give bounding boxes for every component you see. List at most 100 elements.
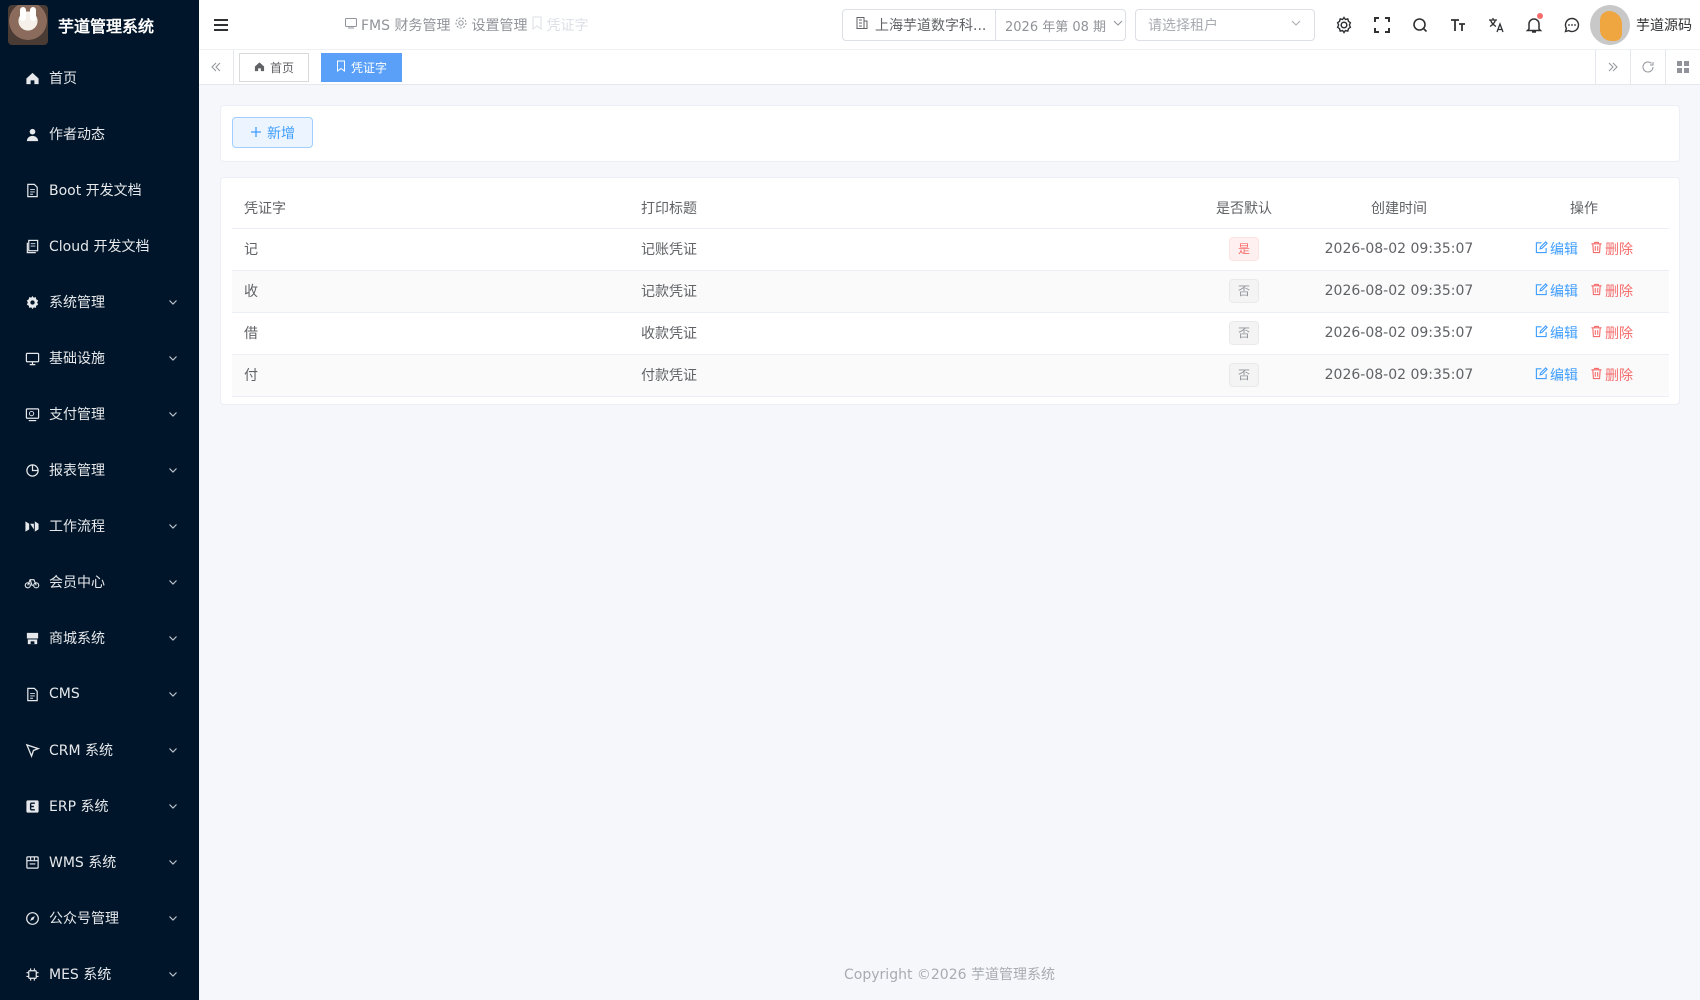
sidebar-item-4[interactable]: 系统管理 (0, 274, 199, 330)
search-icon[interactable] (1401, 0, 1439, 50)
trash-icon (1590, 325, 1603, 342)
home-icon (24, 70, 40, 86)
pie-chart-icon (24, 462, 40, 478)
cell-actions: 编辑 删除 (1499, 354, 1669, 397)
sidebar-item-15[interactable]: 公众号管理 (0, 890, 199, 946)
tag-home[interactable]: 首页 (239, 53, 310, 82)
ledger-company[interactable]: 上海芋道数字科... (843, 10, 996, 40)
settings-icon (454, 16, 468, 34)
logo-image (8, 5, 48, 45)
finance-icon (344, 16, 358, 34)
tag-voucher[interactable]: 凭证字 (321, 53, 403, 82)
sidebar-item-0[interactable]: 首页 (0, 50, 199, 106)
font-size-icon[interactable] (1439, 0, 1477, 50)
avatar[interactable] (1590, 5, 1630, 45)
tags-menu-button[interactable] (1665, 50, 1700, 84)
bookmark-icon (336, 60, 346, 75)
hamburger-icon[interactable] (211, 15, 231, 35)
breadcrumb-item-voucher[interactable]: 凭证字 (531, 15, 588, 35)
fullscreen-icon[interactable] (1363, 0, 1401, 50)
table-row: 借收款凭证否 2026-08-02 09:35:07 编辑 删除 (232, 312, 1669, 355)
column-header-word: 凭证字 (232, 189, 629, 229)
warehouse-icon (24, 854, 40, 870)
scroll-right-button[interactable] (1595, 50, 1630, 84)
edit-button[interactable]: 编辑 (1535, 365, 1578, 385)
chevron-down-icon (1290, 17, 1302, 33)
sidebar-item-3[interactable]: Cloud 开发文档 (0, 218, 199, 274)
cell-created: 2026-08-02 09:35:07 (1299, 312, 1499, 355)
header-tools (1325, 0, 1591, 50)
cell-title: 记款凭证 (629, 270, 1189, 313)
chat-icon[interactable] (1553, 0, 1591, 50)
add-button[interactable]: 新增 (232, 117, 313, 148)
tenant-select[interactable]: 请选择租户 (1135, 9, 1315, 41)
bell-icon[interactable] (1515, 0, 1553, 50)
user-menu[interactable]: 芋道源码 (1590, 5, 1692, 45)
chevron-down-icon (167, 408, 179, 420)
refresh-button[interactable] (1630, 50, 1665, 84)
delete-button[interactable]: 删除 (1590, 365, 1633, 385)
sidebar-item-16[interactable]: MES 系统 (0, 946, 199, 1000)
voucher-icon (531, 16, 543, 34)
sidebar-item-label: MES 系统 (49, 967, 112, 983)
sidebar-item-5[interactable]: 基础设施 (0, 330, 199, 386)
chevron-down-icon (167, 856, 179, 868)
sidebar-item-12[interactable]: CRM 系统 (0, 722, 199, 778)
breadcrumb-item-fms[interactable]: FMS 财务管理 (344, 15, 450, 35)
bicycle-icon (24, 574, 40, 590)
translate-icon[interactable] (1477, 0, 1515, 50)
edit-button[interactable]: 编辑 (1535, 323, 1578, 343)
sidebar: 芋道管理系统 首页作者动态 Boot 开发文档 Cloud 开发文档系统管理 基础设施… (0, 0, 199, 1000)
column-header-created: 创建时间 (1299, 189, 1499, 229)
chevron-down-icon (167, 744, 179, 756)
footer-copyright: Copyright ©2026 芋道管理系统 (844, 967, 1055, 983)
workflow-icon (24, 518, 40, 534)
sidebar-item-13[interactable]: ERP 系统 (0, 778, 199, 834)
sidebar-item-label: 公众号管理 (49, 911, 119, 927)
cell-actions: 编辑 删除 (1499, 270, 1669, 313)
cell-actions: 编辑 删除 (1499, 228, 1669, 271)
column-header-default: 是否默认 (1189, 189, 1299, 229)
edit-button[interactable]: 编辑 (1535, 281, 1578, 301)
cell-created: 2026-08-02 09:35:07 (1299, 270, 1499, 313)
chevron-down-icon (167, 968, 179, 980)
chevron-down-icon (167, 912, 179, 924)
chevron-down-icon (167, 576, 179, 588)
sidebar-item-6[interactable]: 支付管理 (0, 386, 199, 442)
delete-button[interactable]: 删除 (1590, 239, 1633, 259)
column-header-title: 打印标题 (629, 189, 1189, 229)
edit-icon (1535, 324, 1548, 342)
sidebar-item-2[interactable]: Boot 开发文档 (0, 162, 199, 218)
document-icon (24, 686, 40, 702)
sidebar-item-11[interactable]: CMS (0, 666, 199, 722)
app-title: 芋道管理系统 (58, 17, 155, 36)
sidebar-item-8[interactable]: 工作流程 (0, 498, 199, 554)
sidebar-item-14[interactable]: WMS 系统 (0, 834, 199, 890)
gear-icon[interactable] (1325, 0, 1363, 50)
delete-button[interactable]: 删除 (1590, 323, 1633, 343)
chevron-down-icon (167, 464, 179, 476)
sidebar-item-label: Cloud 开发文档 (49, 239, 150, 255)
ledger-selector[interactable]: 上海芋道数字科... 2026 年第 08 期 (842, 9, 1126, 41)
cell-word: 收 (232, 270, 629, 313)
trash-icon (1590, 241, 1603, 258)
cell-created: 2026-08-02 09:35:07 (1299, 354, 1499, 397)
erp-icon (24, 798, 40, 814)
sidebar-item-1[interactable]: 作者动态 (0, 106, 199, 162)
double-chevron-left-icon (211, 62, 221, 72)
scroll-left-button[interactable] (199, 50, 234, 84)
logo[interactable]: 芋道管理系统 (0, 0, 199, 50)
chevron-down-icon (167, 520, 179, 532)
sidebar-item-7[interactable]: 报表管理 (0, 442, 199, 498)
breadcrumb-item-settings[interactable]: 设置管理 (454, 15, 527, 35)
ledger-period[interactable]: 2026 年第 08 期 (996, 16, 1124, 35)
chevron-down-icon (167, 688, 179, 700)
sidebar-item-label: 首页 (49, 71, 77, 87)
tags-view: 首页 凭证字 (199, 50, 1700, 85)
grid-icon (1677, 61, 1689, 73)
sidebar-item-9[interactable]: 会员中心 (0, 554, 199, 610)
delete-button[interactable]: 删除 (1590, 281, 1633, 301)
sidebar-item-10[interactable]: 商城系统 (0, 610, 199, 666)
edit-button[interactable]: 编辑 (1535, 239, 1578, 259)
user-icon (24, 126, 40, 142)
